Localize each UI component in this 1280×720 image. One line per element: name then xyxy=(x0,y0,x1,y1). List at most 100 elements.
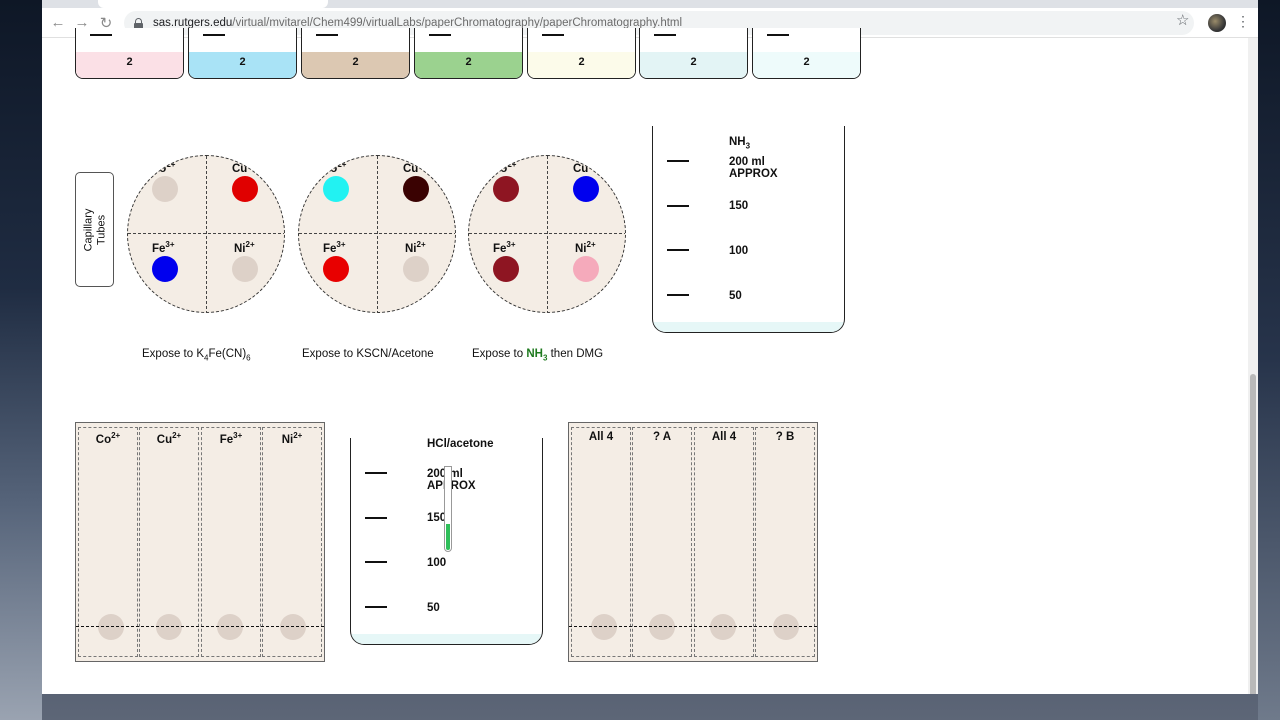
lane-header: All 4 xyxy=(588,431,614,443)
reagent-vial[interactable]: 2 xyxy=(188,28,297,79)
origin-spot[interactable] xyxy=(98,614,124,640)
origin-spot[interactable] xyxy=(773,614,799,640)
sample-spot-co[interactable] xyxy=(493,176,519,202)
graduation-50 xyxy=(667,294,689,296)
plate-divider xyxy=(299,233,455,234)
plate-divider xyxy=(547,156,548,312)
lane-header: Cu2+ xyxy=(156,431,182,446)
graduation-50 xyxy=(365,606,387,608)
browser-window: ← → ↻ sas.rutgers.edu/virtual/mvitarel/C… xyxy=(42,0,1258,694)
sample-spot-co[interactable] xyxy=(323,176,349,202)
desktop-background-left xyxy=(0,0,42,720)
scrollbar-thumb[interactable] xyxy=(1250,374,1256,694)
reagent-vial[interactable]: 2 xyxy=(414,28,523,79)
sample-spot-ni[interactable] xyxy=(403,256,429,282)
ion-label-ni: Ni2+ xyxy=(575,240,596,255)
sample-spot-fe[interactable] xyxy=(493,256,519,282)
back-arrow-icon[interactable]: ← xyxy=(46,11,70,35)
lane-header: Ni2+ xyxy=(281,431,303,446)
nh3-mark-50: 50 xyxy=(729,290,742,302)
tab-strip xyxy=(42,0,1258,8)
graduation-200 xyxy=(667,160,689,162)
spot-plate[interactable]: Co2+ Cu2+ Fe3+ Ni2+ xyxy=(127,155,285,313)
origin-spot[interactable] xyxy=(156,614,182,640)
ion-label-ni: Ni2+ xyxy=(405,240,426,255)
nh3-solution xyxy=(653,322,844,332)
spot-plate[interactable]: Co2+ Cu2+ Fe3+ Ni2+ xyxy=(468,155,626,313)
profile-avatar[interactable] xyxy=(1208,14,1226,32)
plate-divider xyxy=(206,156,207,312)
vial-graduation xyxy=(542,34,564,36)
sample-spot-cu[interactable] xyxy=(573,176,599,202)
sample-spot-cu[interactable] xyxy=(403,176,429,202)
ion-label-fe: Fe3+ xyxy=(323,240,346,255)
vial-volume: 2 xyxy=(803,56,810,68)
origin-spot[interactable] xyxy=(649,614,675,640)
lane-header: Fe3+ xyxy=(219,431,243,446)
origin-spot[interactable] xyxy=(217,614,243,640)
lane-header: ? B xyxy=(775,431,795,443)
graduation-150 xyxy=(667,205,689,207)
sample-spot-ni[interactable] xyxy=(232,256,258,282)
origin-spot[interactable] xyxy=(591,614,617,640)
plate-divider xyxy=(128,233,284,234)
graduation-150 xyxy=(365,517,387,519)
nh3-beaker-label: NH3 xyxy=(729,136,751,151)
origin-line xyxy=(569,626,817,627)
sample-spot-fe[interactable] xyxy=(152,256,178,282)
expose-label-kscn: Expose to KSCN/Acetone xyxy=(302,348,434,360)
reagent-vial[interactable]: 2 xyxy=(75,28,184,79)
hcl-solution xyxy=(351,634,542,644)
ion-label-ni: Ni2+ xyxy=(234,240,255,255)
sample-spot-cu[interactable] xyxy=(232,176,258,202)
sample-spot-fe[interactable] xyxy=(323,256,349,282)
capillary-label-line2: Tubes xyxy=(94,214,107,245)
reagent-vial[interactable]: 2 xyxy=(301,28,410,79)
lane-header: ? A xyxy=(652,431,672,443)
lane-header: Co2+ xyxy=(95,431,121,446)
graduation-100 xyxy=(365,561,387,563)
capillary-tube-dragging[interactable] xyxy=(444,466,452,552)
sample-spot-ni[interactable] xyxy=(573,256,599,282)
vial-graduation xyxy=(203,34,225,36)
menu-kebab-icon[interactable]: ⋮ xyxy=(1236,14,1250,28)
reagent-vial[interactable]: 2 xyxy=(527,28,636,79)
spot-plate[interactable]: Co2+ Cu2+ Fe3+ Ni2+ xyxy=(298,155,456,313)
origin-spot[interactable] xyxy=(280,614,306,640)
vial-volume: 2 xyxy=(352,56,359,68)
vertical-scrollbar[interactable] xyxy=(1248,38,1258,694)
sample-spot-co[interactable] xyxy=(152,176,178,202)
chromatography-paper-known[interactable]: Co2+ Cu2+ Fe3+ Ni2+ xyxy=(75,422,325,662)
nh3-mark-200: 200 ml APPROX xyxy=(729,156,778,181)
vial-graduation xyxy=(90,34,112,36)
reagent-vial[interactable]: 2 xyxy=(752,28,861,79)
vial-volume: 2 xyxy=(126,56,133,68)
nh3-mark-150: 150 xyxy=(729,200,749,212)
ion-label-co: Co2+ xyxy=(322,160,347,175)
vial-volume: 2 xyxy=(578,56,585,68)
reagent-vial[interactable]: 2 xyxy=(639,28,748,79)
plate-divider xyxy=(377,156,378,312)
chromatography-paper-unknown[interactable]: All 4 ? A All 4 ? B xyxy=(568,422,818,662)
origin-line xyxy=(76,626,324,627)
graduation-100 xyxy=(667,249,689,251)
nh3-beaker[interactable]: NH3 200 ml APPROX 150 100 50 xyxy=(652,126,845,333)
expose-label-k4fecn6: Expose to K4Fe(CN)6 xyxy=(142,348,251,363)
capillary-green-liquid xyxy=(446,524,450,550)
desktop-background-right xyxy=(1258,0,1280,720)
ion-label-cu: Cu2+ xyxy=(232,160,257,175)
lane-header: All 4 xyxy=(711,431,737,443)
capillary-tubes-holder[interactable]: Capillary Tubes xyxy=(75,172,114,287)
vial-graduation xyxy=(316,34,338,36)
origin-spot[interactable] xyxy=(710,614,736,640)
ion-label-co: Co2+ xyxy=(492,160,517,175)
active-tab[interactable] xyxy=(98,0,328,8)
bookmark-star-icon[interactable]: ☆ xyxy=(1176,11,1189,29)
vial-volume: 2 xyxy=(465,56,472,68)
ion-label-cu: Cu2+ xyxy=(573,160,598,175)
plate-divider xyxy=(469,233,625,234)
graduation-200 xyxy=(365,472,387,474)
hcl-mark-50: 50 xyxy=(427,602,440,614)
vial-graduation xyxy=(429,34,451,36)
ion-label-fe: Fe3+ xyxy=(152,240,175,255)
